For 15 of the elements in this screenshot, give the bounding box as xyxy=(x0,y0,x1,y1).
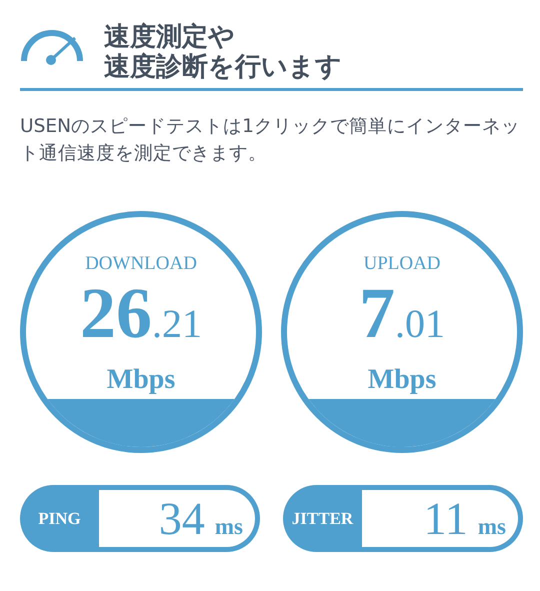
unit-label: Mbps xyxy=(368,365,436,395)
title-line: 速度測定や xyxy=(104,22,236,52)
title-line: 速度診断を行います xyxy=(104,52,342,82)
stat-value: 11 xyxy=(424,492,468,546)
unit-label: ms xyxy=(478,514,506,540)
unit-label: Mbps xyxy=(106,365,176,395)
description-text: USENのスピードテストは1クリックで簡単にインターネット通信速度を測定できます。 xyxy=(20,115,521,166)
speed-value: 7.01 xyxy=(359,281,445,355)
gauge-label: DOWNLOAD xyxy=(85,253,197,275)
stat-label: PING xyxy=(37,508,82,528)
stat-value: 34 xyxy=(158,492,205,546)
unit-label: ms xyxy=(214,514,243,540)
speed-value: 26.21 xyxy=(80,281,202,355)
stat-label: JITTER xyxy=(290,508,354,528)
gauge-label: UPLOAD xyxy=(363,253,441,275)
